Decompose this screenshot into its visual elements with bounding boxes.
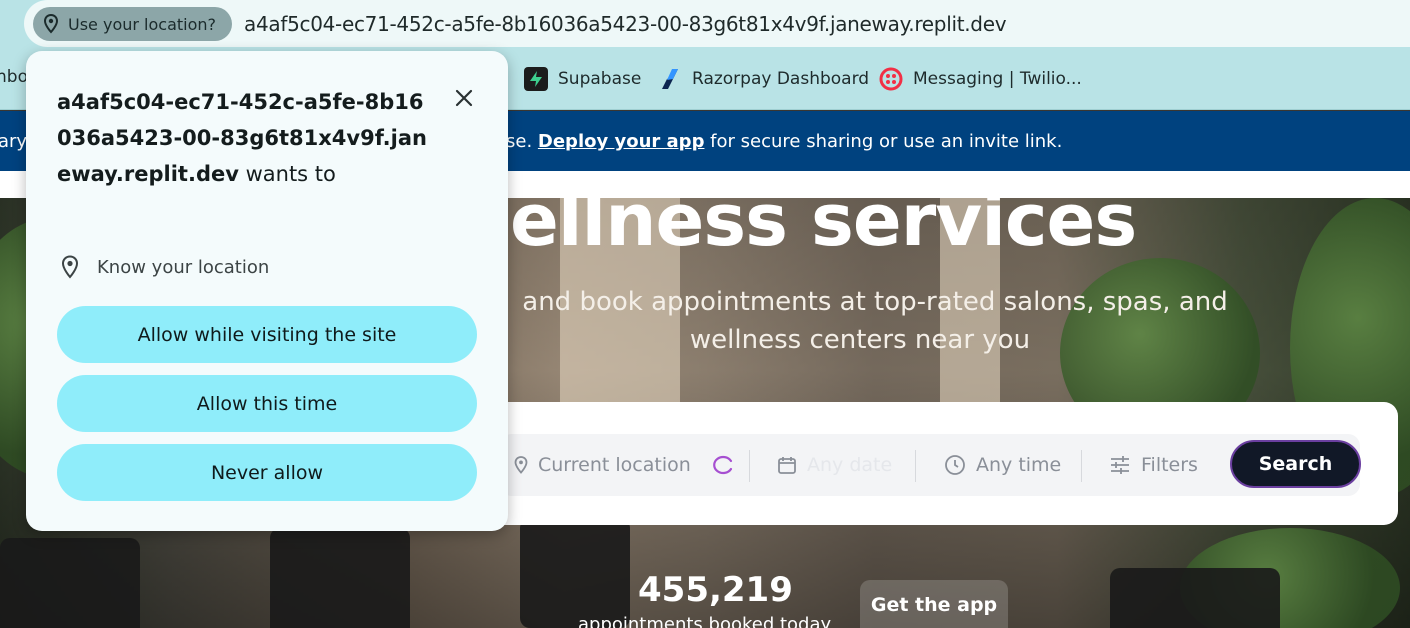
filters-label: Filters: [1141, 454, 1198, 476]
loading-spinner-icon: [712, 455, 732, 475]
field-separator: [1081, 450, 1082, 482]
location-chip-label: Use your location?: [68, 14, 217, 34]
bookmark-razorpay[interactable]: Razorpay Dashboard: [658, 67, 869, 91]
twilio-icon: [879, 67, 903, 91]
time-placeholder: Any time: [976, 454, 1062, 476]
hero-subtitle: and book appointments at top-rated salon…: [420, 283, 1300, 359]
allow-while-visiting-button[interactable]: Allow while visiting the site: [57, 306, 477, 363]
bookmark-twilio[interactable]: Messaging | Twilio...: [879, 67, 1082, 91]
field-separator: [749, 450, 750, 482]
sliders-icon: [1111, 456, 1129, 474]
background-chair: [270, 528, 410, 628]
filters-button[interactable]: Filters: [1109, 434, 1198, 496]
banner-prefix: se.: [506, 131, 538, 152]
supabase-icon: [524, 67, 548, 91]
popup-title: a4af5c04-ec71-452c-a5fe-8b16036a5423-00-…: [57, 84, 437, 192]
location-permission-popup: a4af5c04-ec71-452c-a5fe-8b16036a5423-00-…: [26, 51, 508, 531]
location-placeholder: Current location: [538, 454, 691, 476]
bookmark-supabase[interactable]: Supabase: [524, 67, 641, 91]
hero-subtitle-line2: wellness centers near you: [689, 325, 1031, 355]
permission-row: Know your location: [61, 255, 269, 279]
url-text[interactable]: a4af5c04-ec71-452c-a5fe-8b16036a5423-00-…: [244, 12, 1007, 36]
date-field[interactable]: Any date: [777, 434, 892, 496]
location-pin-icon: [514, 456, 528, 474]
background-chair: [520, 518, 630, 628]
background-chair: [0, 538, 140, 628]
date-placeholder: Any date: [807, 454, 893, 476]
appointments-label: appointments booked today: [578, 614, 832, 628]
close-icon: [455, 89, 473, 107]
time-field[interactable]: Any time: [944, 434, 1061, 496]
calendar-icon: [778, 457, 796, 474]
never-allow-button[interactable]: Never allow: [57, 444, 477, 501]
deploy-app-link[interactable]: Deploy your app: [538, 131, 705, 152]
field-separator: [915, 450, 916, 482]
hero-subtitle-line1: and book appointments at top-rated salon…: [522, 287, 1228, 317]
location-pin-icon: [43, 14, 59, 34]
bookmark-label: Messaging | Twilio...: [913, 69, 1082, 89]
allow-this-time-button[interactable]: Allow this time: [57, 375, 477, 432]
banner-message: se. Deploy your app for secure sharing o…: [506, 131, 1062, 152]
bookmark-label: Razorpay Dashboard: [692, 69, 870, 89]
hero-title: ellness services: [510, 198, 1137, 262]
appointments-count: 455,219: [638, 570, 793, 610]
bookmark-label: Supabase: [558, 69, 642, 89]
clock-icon: [945, 455, 965, 475]
popup-wants-to: wants to: [238, 162, 336, 186]
razorpay-icon: [658, 67, 682, 91]
permission-label: Know your location: [97, 256, 270, 278]
get-app-button[interactable]: Get the app: [860, 580, 1008, 628]
background-chair: [1110, 568, 1280, 628]
bookmark-cut-label[interactable]: nbo: [0, 67, 28, 87]
location-permission-chip[interactable]: Use your location?: [33, 7, 232, 41]
search-card: Current location Any date Any time Filte…: [480, 402, 1398, 525]
address-bar: Use your location? a4af5c04-ec71-452c-a5…: [0, 0, 1410, 49]
location-pin-icon: [61, 255, 79, 279]
banner-cut-text: ary: [0, 131, 28, 152]
banner-suffix: for secure sharing or use an invite link…: [704, 131, 1063, 152]
search-button[interactable]: Search: [1230, 440, 1361, 488]
location-field[interactable]: Current location: [514, 434, 735, 496]
close-button[interactable]: [451, 85, 477, 111]
